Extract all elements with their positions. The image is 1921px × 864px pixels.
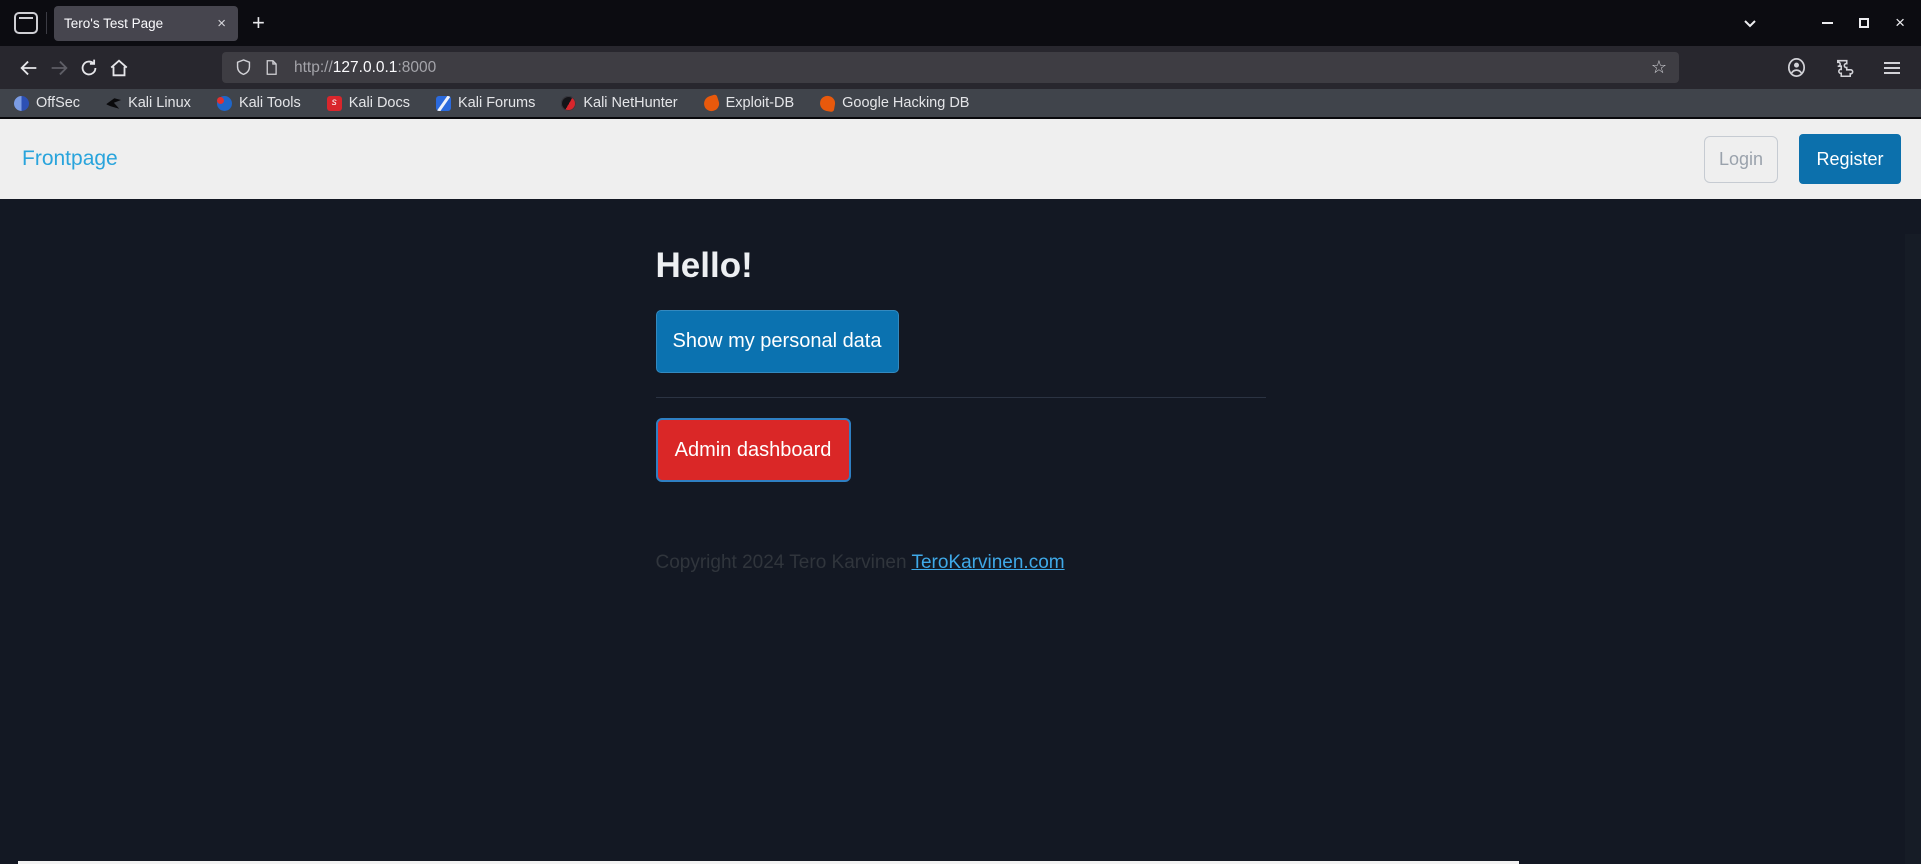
- google-hacking-db-icon: [819, 94, 836, 111]
- navbar-actions: Login Register: [1704, 134, 1901, 184]
- section-divider: [656, 397, 1266, 398]
- site-navbar: Frontpage Login Register: [0, 117, 1921, 199]
- url-port: :8000: [397, 59, 436, 76]
- kali-tools-icon: [217, 96, 232, 111]
- url-text: http://127.0.0.1:8000: [294, 59, 436, 77]
- tab-title: Tero's Test Page: [64, 16, 215, 31]
- bookmark-label: Kali Docs: [349, 95, 410, 111]
- bookmark-label: Kali Forums: [458, 95, 535, 111]
- copyright-line: Copyright 2024 Tero Karvinen TeroKarvine…: [656, 552, 1266, 574]
- bookmark-label: Google Hacking DB: [842, 95, 969, 111]
- account-icon[interactable]: [1781, 53, 1811, 83]
- url-scheme: http://: [294, 59, 333, 76]
- kali-nethunter-icon: [561, 96, 576, 111]
- url-bar[interactable]: http://127.0.0.1:8000 ☆: [222, 52, 1679, 83]
- bookmark-kali-tools[interactable]: Kali Tools: [217, 95, 301, 111]
- bookmarks-bar: OffSec Kali Linux Kali Tools s Kali Docs…: [0, 89, 1921, 117]
- url-host: 127.0.0.1: [333, 59, 398, 76]
- kali-linux-icon: [106, 96, 121, 111]
- page-heading: Hello!: [656, 248, 1266, 284]
- bookmark-star-icon[interactable]: ☆: [1651, 57, 1667, 78]
- show-personal-data-button[interactable]: Show my personal data: [656, 310, 899, 373]
- bookmark-kali-forums[interactable]: Kali Forums: [436, 95, 535, 111]
- frontpage-link[interactable]: Frontpage: [22, 147, 118, 171]
- back-icon[interactable]: [14, 53, 44, 83]
- bookmark-label: OffSec: [36, 95, 80, 111]
- bookmark-kali-docs[interactable]: s Kali Docs: [327, 95, 410, 111]
- navigation-toolbar: http://127.0.0.1:8000 ☆: [0, 46, 1921, 89]
- bookmark-label: Kali NetHunter: [583, 95, 677, 111]
- terokarvinen-link[interactable]: TeroKarvinen.com: [911, 552, 1064, 573]
- copyright-text: Copyright 2024 Tero Karvinen: [656, 552, 912, 573]
- reload-icon[interactable]: [74, 53, 104, 83]
- kali-docs-icon: s: [327, 96, 342, 111]
- bookmark-kali-linux[interactable]: Kali Linux: [106, 95, 191, 111]
- login-button[interactable]: Login: [1704, 136, 1778, 183]
- window-controls: ×: [1822, 18, 1905, 28]
- shield-icon[interactable]: [234, 58, 253, 77]
- tab-bar: Tero's Test Page × + ×: [0, 0, 1921, 46]
- kali-forums-icon: [436, 96, 451, 111]
- tab-separator: [46, 12, 47, 34]
- page-info-icon[interactable]: [263, 59, 280, 76]
- page-viewport: Frontpage Login Register Hello! Show my …: [0, 117, 1921, 864]
- tabbar-right-controls: ×: [1740, 13, 1905, 33]
- offsec-icon: [14, 96, 29, 111]
- bookmark-offsec[interactable]: OffSec: [14, 95, 80, 111]
- window-close-button[interactable]: ×: [1895, 18, 1905, 28]
- tab-teros-test-page[interactable]: Tero's Test Page ×: [54, 6, 238, 41]
- menu-hamburger-icon[interactable]: [1877, 62, 1907, 74]
- browser-window: Tero's Test Page × + ×: [0, 0, 1921, 864]
- page-scrollbar[interactable]: [1905, 234, 1921, 864]
- bookmark-label: Exploit-DB: [726, 95, 795, 111]
- forward-icon[interactable]: [44, 53, 74, 83]
- bookmark-exploit-db[interactable]: Exploit-DB: [704, 95, 795, 111]
- extensions-puzzle-icon[interactable]: [1829, 53, 1859, 83]
- exploit-db-icon: [702, 94, 721, 113]
- register-button[interactable]: Register: [1799, 134, 1901, 184]
- bookmark-label: Kali Linux: [128, 95, 191, 111]
- bookmark-label: Kali Tools: [239, 95, 301, 111]
- list-all-tabs-chevron-down-icon[interactable]: [1740, 13, 1760, 33]
- bookmark-kali-nethunter[interactable]: Kali NetHunter: [561, 95, 677, 111]
- bookmark-google-hacking-db[interactable]: Google Hacking DB: [820, 95, 969, 111]
- admin-dashboard-button[interactable]: Admin dashboard: [656, 418, 851, 482]
- minimize-button[interactable]: [1822, 22, 1833, 24]
- hero-content: Hello! Show my personal data Admin dashb…: [656, 199, 1266, 574]
- new-tab-button[interactable]: +: [252, 10, 265, 36]
- toolbar-right-icons: [1781, 53, 1907, 83]
- maximize-button[interactable]: [1859, 18, 1869, 28]
- home-icon[interactable]: [104, 53, 134, 83]
- tab-close-icon[interactable]: ×: [215, 15, 228, 32]
- firefox-view-icon[interactable]: [14, 12, 38, 34]
